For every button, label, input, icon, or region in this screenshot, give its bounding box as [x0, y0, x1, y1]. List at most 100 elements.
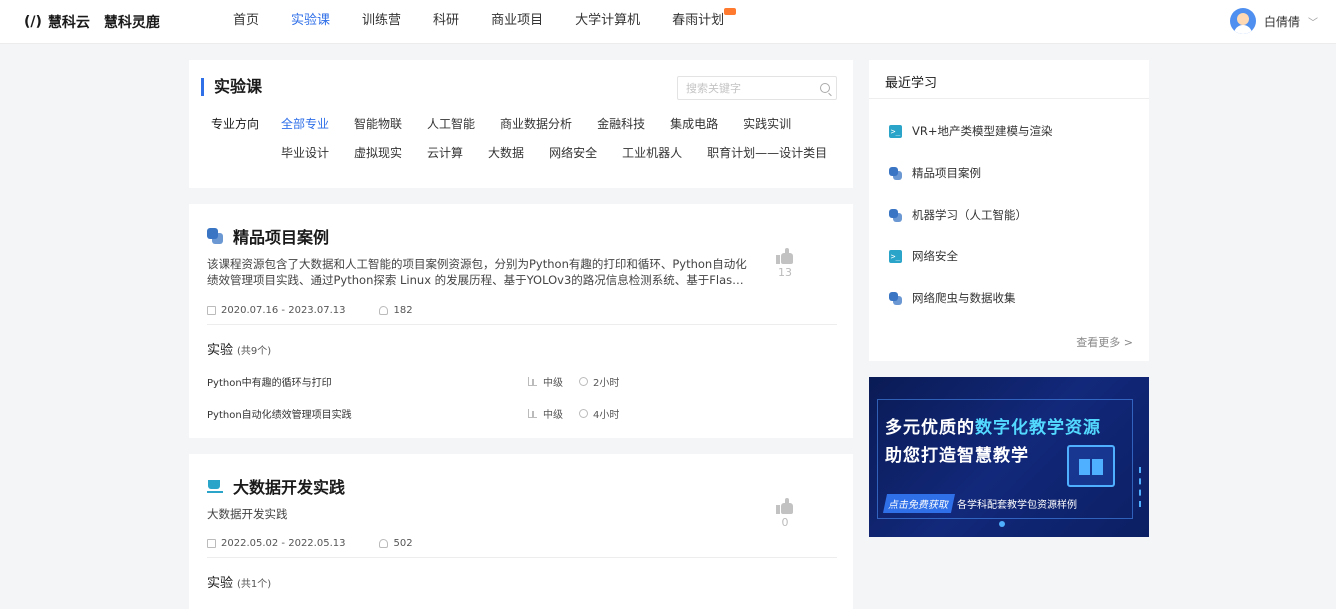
book-icon	[1067, 445, 1115, 487]
experiments-label: 实验	[207, 576, 234, 591]
recent-learning-title: 最近学习	[885, 76, 938, 91]
course-description: 该课程资源包含了大数据和人工智能的项目案例资源包，分别为Python有趣的打印和…	[207, 257, 747, 287]
banner-cta-button[interactable]: 点击免费获取	[882, 494, 956, 513]
logo-icon: (/)	[24, 14, 42, 30]
recent-item[interactable]: >_ 网络安全	[889, 248, 958, 264]
search-icon[interactable]	[820, 83, 830, 93]
filter-tag[interactable]: 人工智能	[427, 115, 475, 132]
course-title[interactable]: 精品项目案例	[233, 224, 329, 248]
filter-tag[interactable]: 工业机器人	[622, 144, 682, 161]
banner-dot	[999, 521, 1005, 527]
filter-tags-row-1: 全部专业 智能物联 人工智能 商业数据分析 金融科技 集成电路 实践实训	[281, 115, 816, 132]
experiment-row[interactable]: Python中有趣的循环与打印 中级 2小时	[207, 374, 837, 390]
filter-tag[interactable]: 金融科技	[597, 115, 645, 132]
recent-item-label: VR+地产类模型建模与渲染	[912, 124, 1053, 138]
filter-label: 专业方向	[211, 117, 260, 131]
recent-item[interactable]: 机器学习（人工智能）	[889, 207, 1027, 223]
filter-tag[interactable]: 集成电路	[670, 115, 718, 132]
nav-item-label: 春雨计划	[672, 13, 725, 28]
person-icon	[379, 306, 389, 315]
like-button[interactable]: 13	[773, 248, 797, 279]
thumbs-up-icon	[776, 498, 794, 514]
recent-learning-panel: 最近学习 >_ VR+地产类模型建模与渲染 精品项目案例 机器学习（人工智能） …	[869, 60, 1149, 361]
recent-item-label: 精品项目案例	[912, 166, 981, 180]
clock-icon	[579, 409, 588, 418]
clock-icon	[579, 377, 588, 386]
like-button[interactable]: 0	[773, 498, 797, 529]
filter-tag[interactable]: 实践实训	[743, 115, 791, 132]
course-date-range: 2022.05.02 - 2022.05.13	[221, 538, 346, 549]
banner-cta-text: 各学科配套教学包资源样例	[957, 500, 1077, 511]
experiment-level-text: 中级	[543, 378, 563, 389]
course-title[interactable]: 大数据开发实践	[233, 474, 345, 498]
calendar-icon	[207, 306, 216, 315]
nav-item-label: 训练营	[362, 13, 402, 28]
user-menu[interactable]: 白倩倩 ﹀	[1229, 8, 1318, 34]
recent-item-label: 网络爬虫与数据收集	[912, 291, 1016, 305]
page-title: 实验课	[201, 78, 262, 96]
course-learner-count: 182	[393, 305, 413, 316]
filter-tag[interactable]: 商业数据分析	[500, 115, 572, 132]
course-description: 大数据开发实践	[207, 507, 288, 521]
course-header: 精品项目案例	[207, 224, 329, 248]
filter-tag[interactable]: 大数据	[488, 144, 524, 161]
level-icon	[528, 377, 537, 386]
filter-tag[interactable]: 网络安全	[549, 144, 597, 161]
experiment-name: Python中有趣的循环与打印	[207, 378, 332, 389]
nav-item-research[interactable]: 科研	[433, 0, 459, 44]
experiment-duration-text: 4小时	[593, 410, 620, 421]
person-icon	[379, 539, 389, 548]
nav-item-business-projects[interactable]: 商业项目	[491, 0, 543, 44]
nav-item-university-computing[interactable]: 大学计算机	[575, 0, 640, 44]
course-card[interactable]: 大数据开发实践 大数据开发实践 2022.05.02 - 2022.05.13 …	[189, 454, 853, 609]
experiments-count: (共1个)	[237, 579, 272, 590]
filter-tag[interactable]: 云计算	[427, 144, 463, 161]
course-filter-panel: 实验课 专业方向 全部专业 智能物联 人工智能 商业数据分析 金融科技 集成电路…	[189, 60, 853, 188]
divider	[207, 324, 837, 325]
nav-item-label: 大学计算机	[575, 13, 641, 28]
nav-item-home[interactable]: 首页	[233, 0, 259, 44]
top-navigation-bar: (/) 慧科云 慧科灵鹿 首页 实验课 训练营 科研 商业项目 大学计算机 春雨…	[0, 0, 1336, 44]
course-card[interactable]: 精品项目案例 该课程资源包含了大数据和人工智能的项目案例资源包，分别为Pytho…	[189, 204, 853, 438]
course-meta: 2022.05.02 - 2022.05.13 502	[207, 538, 413, 549]
course-header: 大数据开发实践	[207, 474, 345, 498]
experiment-row[interactable]: Python自动化绩效管理项目实践 中级 4小时	[207, 406, 837, 422]
terminal-icon: >_	[889, 124, 902, 138]
nav-item-label: 科研	[433, 13, 460, 28]
banner-subheadline: 助您打造智慧教学	[885, 446, 1029, 466]
divider	[869, 98, 1149, 99]
brand-name-secondary: 慧科灵鹿	[103, 15, 160, 31]
banner-headline-prefix: 多元优质的	[885, 418, 975, 438]
experiments-count: (共9个)	[237, 346, 272, 357]
brand-name-primary: 慧科云	[47, 15, 90, 31]
experiment-duration: 2小时	[579, 374, 619, 389]
experiment-name: Python自动化绩效管理项目实践	[207, 410, 352, 421]
filter-tag[interactable]: 智能物联	[354, 115, 402, 132]
experiment-level: 中级	[528, 406, 563, 421]
experiment-level-text: 中级	[543, 410, 563, 421]
recent-item[interactable]: 网络爬虫与数据收集	[889, 290, 1016, 306]
brand[interactable]: (/) 慧科云 慧科灵鹿	[24, 12, 160, 32]
nav-item-spring-rain-plan[interactable]: 春雨计划	[672, 0, 737, 44]
promo-banner[interactable]: 多元优质的数字化教学资源 助您打造智慧教学 点击免费获取 各学科配套教学包资源样…	[869, 377, 1149, 537]
nav-item-labs[interactable]: 实验课	[291, 0, 330, 44]
banner-headline: 多元优质的数字化教学资源	[885, 413, 1101, 438]
see-more-link[interactable]: 查看更多 >	[1076, 334, 1133, 350]
search-input[interactable]	[678, 77, 814, 99]
filter-tag[interactable]: 虚拟现实	[354, 144, 402, 161]
filter-tag[interactable]: 毕业设计	[281, 144, 329, 161]
python-icon	[207, 228, 223, 244]
filter-tag-all[interactable]: 全部专业	[281, 115, 329, 132]
experiment-duration: 4小时	[579, 406, 619, 421]
hot-badge-icon	[724, 8, 737, 15]
filter-tag[interactable]: 职育计划——设计类目	[707, 144, 827, 161]
search-box	[677, 76, 837, 100]
course-date-range: 2020.07.16 - 2023.07.13	[221, 305, 346, 316]
recent-item[interactable]: 精品项目案例	[889, 165, 981, 181]
nav-item-label: 实验课	[291, 13, 331, 28]
recent-item[interactable]: >_ VR+地产类模型建模与渲染	[889, 123, 1053, 139]
filter-tags-row-2: 毕业设计 虚拟现实 云计算 大数据 网络安全 工业机器人 职育计划——设计类目	[281, 144, 852, 161]
python-icon	[889, 208, 902, 222]
experiment-level: 中级	[528, 374, 563, 389]
nav-item-bootcamp[interactable]: 训练营	[362, 0, 401, 44]
